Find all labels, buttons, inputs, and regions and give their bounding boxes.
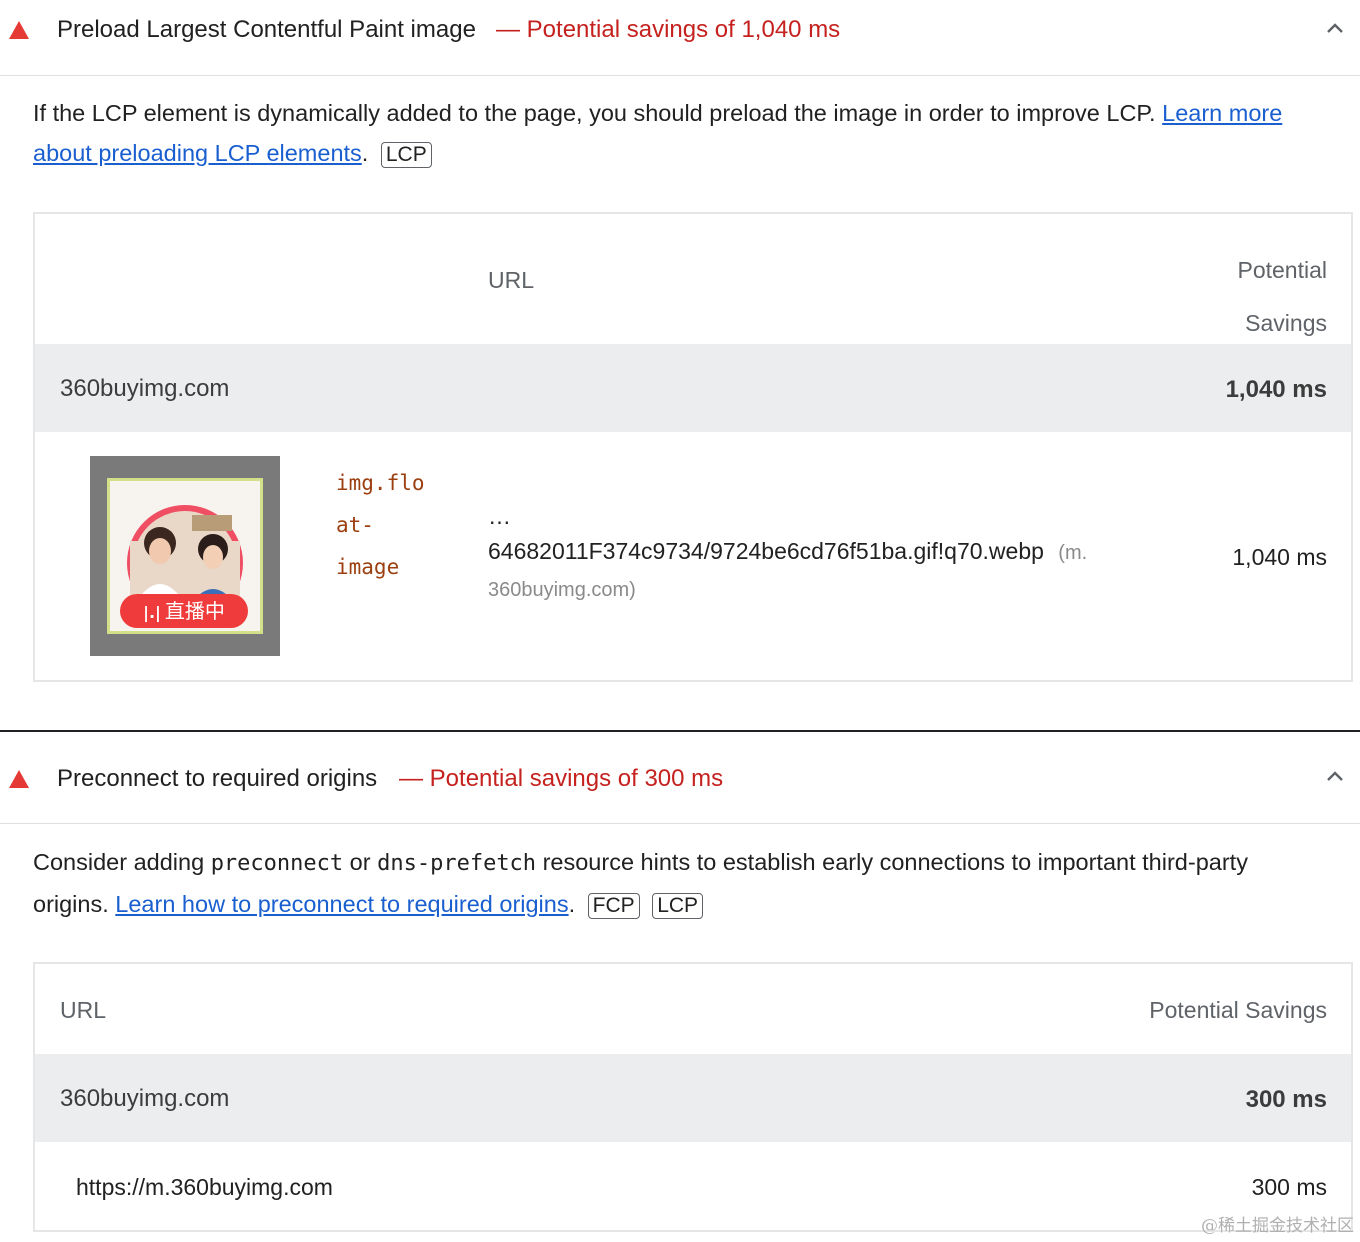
audit-savings: — Potential savings of 300 ms bbox=[399, 765, 724, 792]
url-host-prefix: (m. bbox=[1058, 542, 1088, 564]
watermark: @稀土掘金技术社区 bbox=[1201, 1216, 1354, 1236]
table-group-row: 360buyimg.com 1,040 ms bbox=[35, 344, 1351, 432]
url-ellipsis: … bbox=[488, 503, 511, 529]
audit-table-preconnect: URL Potential Savings 360buyimg.com 300 … bbox=[33, 962, 1353, 1232]
code-preconnect: preconnect bbox=[210, 851, 344, 876]
audit-description: Consider adding preconnect or dns-prefet… bbox=[33, 849, 1248, 919]
thumbnail-highlight: |.| 直播中 bbox=[107, 478, 263, 634]
chevron-up-icon[interactable] bbox=[1324, 18, 1346, 40]
description-text-pre: Consider adding bbox=[33, 849, 205, 875]
section-divider bbox=[0, 730, 1360, 732]
selector-line-2: at- bbox=[336, 513, 374, 537]
learn-more-link[interactable]: Learn how to preconnect to required orig… bbox=[115, 891, 568, 917]
audit-table-lcp: URL Potential Savings 360buyimg.com 1,04… bbox=[33, 212, 1353, 682]
audit-title: Preconnect to required origins bbox=[57, 765, 378, 792]
warning-triangle-icon bbox=[9, 21, 29, 39]
selector-line-1: img.flo bbox=[336, 471, 425, 495]
table-group-row: 360buyimg.com 300 ms bbox=[35, 1054, 1351, 1142]
live-bars-icon: |.| bbox=[143, 603, 161, 622]
group-value: 1,040 ms bbox=[1225, 376, 1327, 403]
column-header-url: URL bbox=[60, 997, 107, 1023]
description-text-or: or bbox=[349, 849, 371, 875]
table-row[interactable]: |.| 直播中 img.flo at- image … 64682011F374c… bbox=[35, 432, 1351, 680]
live-badge-label: 直播中 bbox=[164, 599, 225, 623]
column-header-url: URL bbox=[488, 267, 535, 293]
node-selector: img.flo at- image bbox=[336, 462, 425, 588]
group-host: 360buyimg.com bbox=[60, 375, 230, 402]
audit-description: If the LCP element is dynamically added … bbox=[33, 100, 1283, 168]
metric-tag-lcp: LCP bbox=[652, 893, 704, 919]
column-header-savings-line1: Potential bbox=[1237, 257, 1327, 283]
row-value: 300 ms bbox=[1251, 1174, 1327, 1200]
row-value: 1,040 ms bbox=[1232, 544, 1327, 570]
description-text: If the LCP element is dynamically added … bbox=[33, 100, 1156, 126]
column-header-savings-line2: Savings bbox=[1245, 310, 1327, 336]
origin-url[interactable]: https://m.360buyimg.com bbox=[76, 1174, 333, 1201]
url-host: 360buyimg.com) bbox=[488, 579, 636, 601]
metric-tag-lcp: LCP bbox=[380, 142, 432, 168]
column-header-savings: Potential Savings bbox=[1149, 997, 1327, 1023]
url-path: 64682011F374c9734/9724be6cd76f51ba.gif!q… bbox=[488, 538, 1044, 564]
table-row[interactable]: https://m.360buyimg.com 300 ms bbox=[35, 1142, 1351, 1230]
code-dns-prefetch: dns-prefetch bbox=[377, 851, 537, 876]
audit-savings: — Potential savings of 1,040 ms bbox=[496, 16, 841, 43]
group-host: 360buyimg.com bbox=[60, 1085, 230, 1112]
chevron-up-icon[interactable] bbox=[1324, 766, 1346, 788]
live-badge: |.| 直播中 bbox=[120, 594, 248, 628]
lcp-element-thumbnail: |.| 直播中 bbox=[90, 456, 280, 656]
audit-header-preconnect[interactable]: Preconnect to required origins — Potenti… bbox=[0, 748, 1360, 824]
audit-header-preload-lcp[interactable]: Preload Largest Contentful Paint image —… bbox=[0, 0, 1360, 76]
resource-url[interactable]: … 64682011F374c9734/9724be6cd76f51ba.gif… bbox=[488, 502, 1087, 602]
column-header-savings: Potential Savings bbox=[1237, 244, 1327, 350]
metric-tag-fcp: FCP bbox=[587, 893, 640, 919]
selector-line-3: image bbox=[336, 555, 400, 579]
audit-title: Preload Largest Contentful Paint image bbox=[57, 16, 476, 43]
group-value: 300 ms bbox=[1245, 1086, 1327, 1113]
warning-triangle-icon bbox=[9, 770, 29, 788]
table-header: URL Potential Savings bbox=[35, 214, 1351, 344]
table-header: URL Potential Savings bbox=[35, 964, 1351, 1054]
